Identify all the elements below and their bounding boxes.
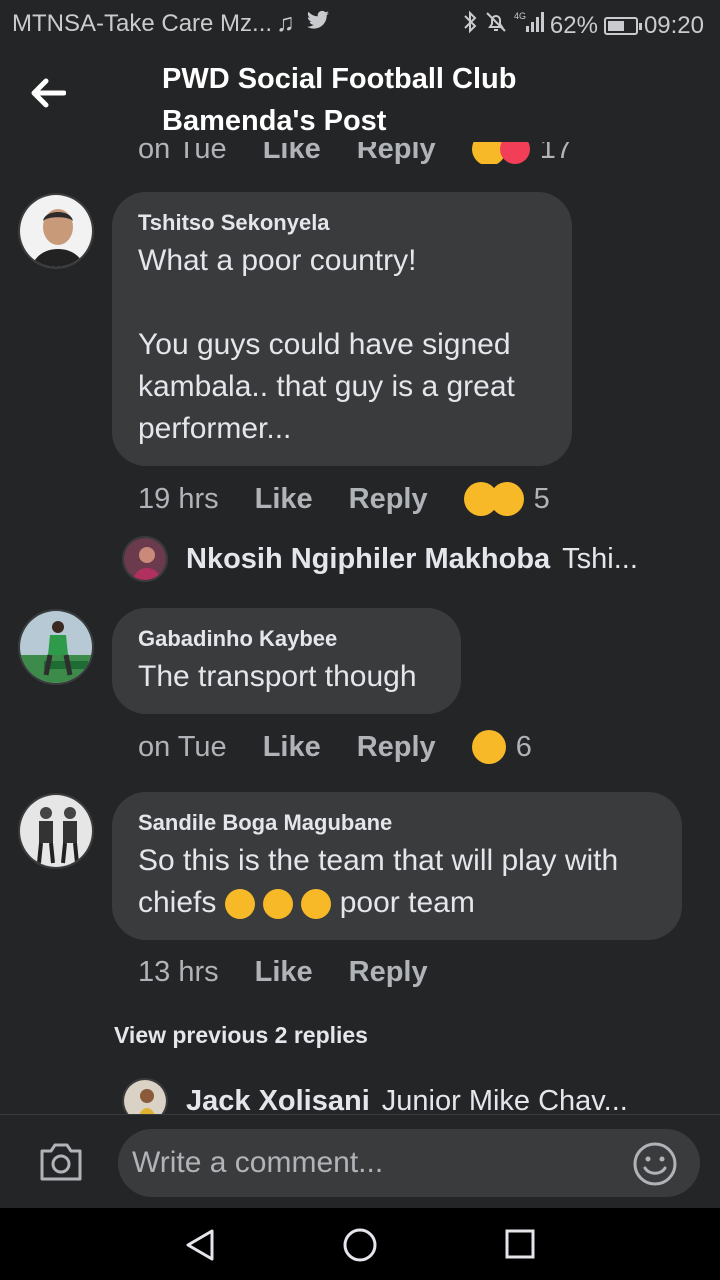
battery-percent: 62% [549,11,598,39]
page-title: PWD Social Football Club Bamenda's Post [162,58,702,142]
status-icons: 4G 62% 09:20 [462,10,704,41]
comment-text: What a poor country! You guys could have… [138,244,515,445]
haha-reaction-icon [471,730,506,764]
app-header: PWD Social Football Club Bamenda's Post [0,48,720,142]
laughing-crying-emoji-icon [224,889,255,920]
twitter-icon [307,10,329,29]
comment-time: 19 hrs [138,482,219,515]
reply-author: Jack Xolisani [186,1084,370,1115]
back-arrow-icon[interactable] [30,78,66,108]
reply-button[interactable]: Reply [349,956,428,989]
reaction-count[interactable]: 6 [516,731,532,764]
reply-preview[interactable]: Jack Xolisani Junior Mike Chav... [122,1078,628,1114]
title-line-2: Bamenda's Post [162,105,387,137]
reply-button[interactable]: Reply [349,483,428,516]
bluetooth-icon [462,10,478,41]
avatar[interactable] [18,609,94,685]
comment-time: 13 hrs [138,956,219,988]
like-button[interactable]: Like [263,731,321,764]
comment-time: on Tue [138,730,227,763]
mute-icon [484,10,508,41]
signal-icon: 4G [514,10,544,41]
comment-author[interactable]: Sandile Boga Magubane [138,810,656,836]
battery-icon [603,16,642,35]
reply-button[interactable]: Reply [357,731,436,764]
comment-author[interactable]: Gabadinho Kaybee [138,626,435,652]
comment-actions: on Tue Like Reply 6 [138,730,532,764]
comment-author[interactable]: Tshitso Sekonyela [138,210,546,236]
reply-snippet: Junior Mike Chav... [381,1084,628,1115]
clock: 09:20 [643,11,704,39]
camera-icon[interactable] [38,1141,84,1183]
comment-text: So this is the team that will play with … [138,840,656,924]
reply-clip: Jack Xolisani Junior Mike Chav... [0,1070,720,1114]
like-button[interactable]: Like [255,956,313,989]
avatar [122,1078,168,1114]
comment-actions: 19 hrs Like Reply 5 [138,482,550,516]
comment-bubble[interactable]: Gabadinho Kaybee The transport though [112,608,461,714]
reaction-count[interactable]: 5 [534,483,550,516]
view-previous-replies-link[interactable]: View previous 2 replies [114,1022,368,1049]
sad-reaction-icon [489,482,524,516]
title-line-1: PWD Social Football Club [162,63,517,95]
avatar [122,536,168,582]
status-bar: MTNSA-Take Care Mz... ♫ 4G 62% 09:20 [0,0,720,48]
battery-fill [607,20,624,31]
comment-bubble[interactable]: Sandile Boga Magubane So this is the tea… [112,792,682,940]
like-button[interactable]: Like [255,483,313,516]
svg-text:4G: 4G [514,11,526,21]
laughing-crying-emoji-icon [263,889,294,920]
comment-bubble[interactable]: Tshitso Sekonyela What a poor country! Y… [112,192,572,466]
laughing-crying-emoji-icon [301,889,332,920]
comment-actions: 13 hrs Like Reply [138,956,464,989]
back-nav-icon[interactable] [184,1228,216,1262]
avatar[interactable] [18,793,94,869]
reply-snippet: Tshi... [562,542,638,575]
emoji-picker-icon[interactable] [632,1141,678,1187]
recents-nav-icon[interactable] [504,1228,536,1260]
system-nav-bar [0,1208,720,1280]
comment-text-tail: poor team [339,886,475,919]
comment-text: The transport though [138,660,417,693]
reply-preview[interactable]: Nkosih Ngiphiler Makhoba Tshi... [122,536,638,582]
comment-composer [0,1114,720,1209]
carrier-label: MTNSA-Take Care Mz... [12,10,273,37]
avatar[interactable] [18,193,94,269]
home-nav-icon[interactable] [342,1227,378,1263]
music-icon: ♫ [276,9,295,37]
reply-author: Nkosih Ngiphiler Makhoba [186,542,551,575]
comment-input[interactable] [118,1129,700,1197]
